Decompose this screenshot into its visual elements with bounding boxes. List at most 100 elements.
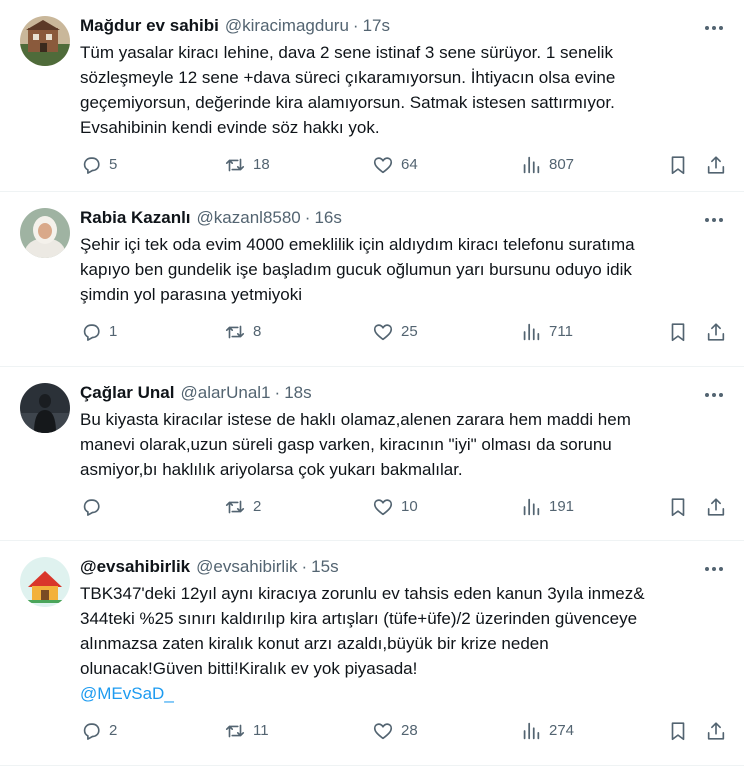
retweet-icon <box>224 720 246 742</box>
share-button[interactable] <box>705 720 727 742</box>
separator-dot: · <box>301 557 308 576</box>
like-button[interactable]: 64 <box>372 154 418 176</box>
share-icon <box>705 720 727 742</box>
tweet-text-line: Şehir içi tek oda evim 4000 emeklilik iç… <box>80 235 635 254</box>
tweet-text-line: 344teki %25 sınırı kaldırılıp kira artış… <box>80 609 638 628</box>
views-count: 191 <box>549 498 575 515</box>
reply-button[interactable]: 2 <box>80 720 117 742</box>
like-count: 64 <box>401 156 418 173</box>
share-icon <box>705 154 727 176</box>
views-chart-icon <box>520 154 542 176</box>
author-handle[interactable]: @alarUnal1 <box>180 381 270 405</box>
bookmark-icon <box>667 496 689 518</box>
views-button[interactable]: 191 <box>520 496 574 518</box>
reply-button[interactable] <box>80 496 109 518</box>
tweet[interactable]: Mağdur ev sahibi @kiracimagduru · 17s Tü… <box>0 0 744 192</box>
tweet-feed: Mağdur ev sahibi @kiracimagduru · 17s Tü… <box>0 0 744 766</box>
tweet[interactable]: Rabia Kazanlı @kazanl8580 · 16s Şehir iç… <box>0 192 744 367</box>
timestamp[interactable]: 16s <box>314 206 341 230</box>
reply-icon <box>80 720 102 742</box>
bookmark-button[interactable] <box>667 496 689 518</box>
reply-icon <box>80 154 102 176</box>
author-handle[interactable]: @kiracimagduru <box>225 14 349 38</box>
tweet-text-line: olunacak!Güven bitti!Kiralık ev yok piya… <box>80 659 418 678</box>
reply-icon <box>80 321 102 343</box>
author-name[interactable]: Mağdur ev sahibi <box>80 14 219 38</box>
reply-count: 5 <box>109 156 118 173</box>
tweet-text-line: kapıyo ben gundelik işe başladım gucuk o… <box>80 260 632 279</box>
views-button[interactable]: 274 <box>520 720 574 742</box>
tweet-text-line: alınmazsa zaten kiralık konut arzı azald… <box>80 634 549 653</box>
heart-icon <box>372 496 394 518</box>
more-horizontal-icon[interactable] <box>702 210 726 230</box>
tweet-text-line: TBK347'deki 12yıl aynı kiracıya zorunlu … <box>80 584 645 603</box>
tweet-actions: 5 18 64 807 <box>80 140 728 196</box>
reply-button[interactable]: 5 <box>80 154 117 176</box>
tweet-actions: 2 11 28 274 <box>80 706 728 762</box>
more-horizontal-icon[interactable] <box>702 18 726 38</box>
like-button[interactable]: 25 <box>372 321 418 343</box>
views-chart-icon <box>520 720 542 742</box>
tweet-header: @evsahibirlik @evsahibirlik · 15s <box>80 555 728 579</box>
author-handle[interactable]: @evsahibirlik <box>196 555 297 579</box>
timestamp[interactable]: 18s <box>284 381 311 405</box>
views-button[interactable]: 711 <box>520 321 573 343</box>
retweet-button[interactable]: 18 <box>224 154 270 176</box>
reply-count: 2 <box>109 722 118 739</box>
tweet-header: Rabia Kazanlı @kazanl8580 · 16s <box>80 206 728 230</box>
bookmark-button[interactable] <box>667 720 689 742</box>
timestamp[interactable]: 17s <box>363 14 390 38</box>
mention-link[interactable]: @MEvSaD_ <box>80 681 728 706</box>
author-name[interactable]: Çağlar Unal <box>80 381 174 405</box>
retweet-button[interactable]: 8 <box>224 321 261 343</box>
reply-count: 1 <box>109 323 118 340</box>
bookmark-button[interactable] <box>667 321 689 343</box>
views-button[interactable]: 807 <box>520 154 574 176</box>
heart-icon <box>372 154 394 176</box>
retweet-count: 18 <box>253 156 270 173</box>
author-name[interactable]: @evsahibirlik <box>80 555 190 579</box>
like-button[interactable]: 10 <box>372 496 418 518</box>
tweet-text-line: manevi olarak,uzun süreli gasp varken, k… <box>80 435 612 454</box>
retweet-count: 8 <box>253 323 262 340</box>
author-handle[interactable]: @kazanl8580 <box>197 206 301 230</box>
reply-icon <box>80 496 102 518</box>
reply-button[interactable]: 1 <box>80 321 117 343</box>
tweet-text-line: Evsahibinin kendi evinde söz hakkı yok. <box>80 118 380 137</box>
views-chart-icon <box>520 321 542 343</box>
more-horizontal-icon[interactable] <box>702 385 726 405</box>
retweet-button[interactable]: 11 <box>224 720 269 742</box>
retweet-icon <box>224 321 246 343</box>
tweet-text: Şehir içi tek oda evim 4000 emeklilik iç… <box>80 232 728 307</box>
avatar[interactable] <box>20 383 70 433</box>
avatar[interactable] <box>20 208 70 258</box>
share-icon <box>705 321 727 343</box>
heart-icon <box>372 720 394 742</box>
share-button[interactable] <box>705 321 727 343</box>
retweet-button[interactable]: 2 <box>224 496 261 518</box>
views-chart-icon <box>520 496 542 518</box>
like-button[interactable]: 28 <box>372 720 418 742</box>
retweet-icon <box>224 154 246 176</box>
tweet-text-line: sözleşmeyle 12 sene +dava süreci çıkaram… <box>80 68 616 87</box>
tweet[interactable]: @evsahibirlik @evsahibirlik · 15s TBK347… <box>0 541 744 766</box>
share-button[interactable] <box>705 154 727 176</box>
timestamp[interactable]: 15s <box>311 555 338 579</box>
avatar[interactable] <box>20 16 70 66</box>
more-horizontal-icon[interactable] <box>702 559 726 579</box>
bookmark-button[interactable] <box>667 154 689 176</box>
bookmark-icon <box>667 720 689 742</box>
views-count: 274 <box>549 722 575 739</box>
author-name[interactable]: Rabia Kazanlı <box>80 206 191 230</box>
retweet-count: 2 <box>253 498 262 515</box>
tweet-text-line: asmiyor,bı haklılık ariyolarsa çok yukar… <box>80 460 463 479</box>
share-icon <box>705 496 727 518</box>
avatar[interactable] <box>20 557 70 607</box>
tweet-text-line: şimdin yol parasına yetmiyoki <box>80 285 303 304</box>
views-count: 711 <box>549 323 573 340</box>
tweet-header: Mağdur ev sahibi @kiracimagduru · 17s <box>80 14 728 38</box>
share-button[interactable] <box>705 496 727 518</box>
tweet-text: Bu kiyasta kiracılar istese de haklı ola… <box>80 407 728 482</box>
tweet[interactable]: Çağlar Unal @alarUnal1 · 18s Bu kiyasta … <box>0 367 744 541</box>
like-count: 28 <box>401 722 418 739</box>
